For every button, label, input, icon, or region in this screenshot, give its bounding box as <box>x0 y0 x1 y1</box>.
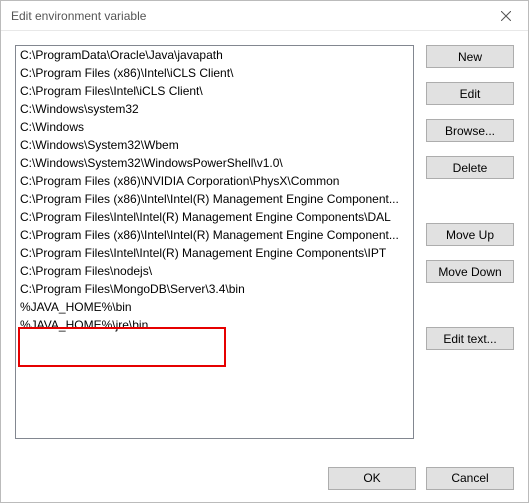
ok-button[interactable]: OK <box>328 467 416 490</box>
cancel-button[interactable]: Cancel <box>426 467 514 490</box>
dialog-content: C:\ProgramData\Oracle\Java\javapathC:\Pr… <box>1 31 528 451</box>
list-item[interactable]: C:\Windows\system32 <box>16 100 413 118</box>
window-title: Edit environment variable <box>11 9 146 23</box>
edit-button[interactable]: Edit <box>426 82 514 105</box>
list-item[interactable]: C:\ProgramData\Oracle\Java\javapath <box>16 46 413 64</box>
side-buttons: New Edit Browse... Delete Move Up Move D… <box>426 45 514 439</box>
list-item[interactable]: %JAVA_HOME%\jre\bin <box>16 316 413 334</box>
list-item[interactable]: C:\Program Files (x86)\Intel\Intel(R) Ma… <box>16 190 413 208</box>
list-item[interactable]: C:\Program Files (x86)\Intel\Intel(R) Ma… <box>16 226 413 244</box>
list-item[interactable]: C:\Program Files\Intel\iCLS Client\ <box>16 82 413 100</box>
list-item[interactable]: %JAVA_HOME%\bin <box>16 298 413 316</box>
path-list[interactable]: C:\ProgramData\Oracle\Java\javapathC:\Pr… <box>15 45 414 439</box>
close-button[interactable] <box>483 1 528 31</box>
list-item[interactable]: C:\Program Files (x86)\Intel\iCLS Client… <box>16 64 413 82</box>
list-item[interactable]: C:\Program Files\nodejs\ <box>16 262 413 280</box>
edit-text-button[interactable]: Edit text... <box>426 327 514 350</box>
close-icon <box>501 11 511 21</box>
move-up-button[interactable]: Move Up <box>426 223 514 246</box>
list-item[interactable]: C:\Program Files (x86)\NVIDIA Corporatio… <box>16 172 413 190</box>
list-item[interactable]: C:\Windows\System32\WindowsPowerShell\v1… <box>16 154 413 172</box>
list-item[interactable]: C:\Program Files\Intel\Intel(R) Manageme… <box>16 208 413 226</box>
list-item[interactable]: C:\Program Files\MongoDB\Server\3.4\bin <box>16 280 413 298</box>
titlebar: Edit environment variable <box>1 1 528 31</box>
delete-button[interactable]: Delete <box>426 156 514 179</box>
new-button[interactable]: New <box>426 45 514 68</box>
list-item[interactable]: C:\Windows\System32\Wbem <box>16 136 413 154</box>
list-item[interactable]: C:\Windows <box>16 118 413 136</box>
move-down-button[interactable]: Move Down <box>426 260 514 283</box>
browse-button[interactable]: Browse... <box>426 119 514 142</box>
dialog-footer: OK Cancel <box>1 454 528 502</box>
list-item[interactable]: C:\Program Files\Intel\Intel(R) Manageme… <box>16 244 413 262</box>
